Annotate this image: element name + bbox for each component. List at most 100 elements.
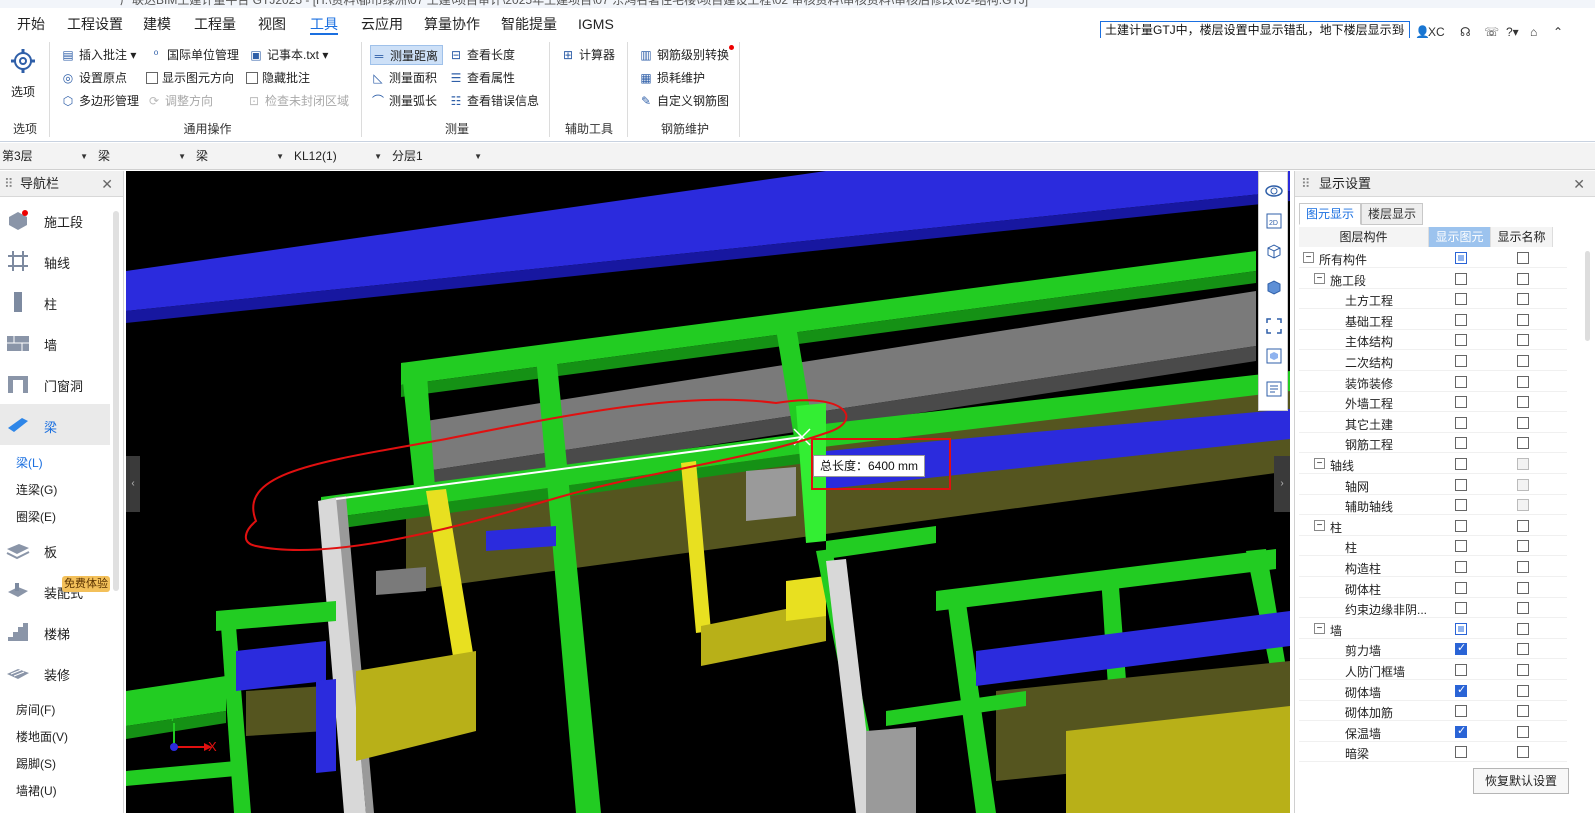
orbit-icon[interactable] — [1265, 182, 1283, 200]
check-unclosed-button[interactable]: ⊡ 检查未封闭区域 — [246, 91, 349, 111]
show-element-checkbox[interactable] — [1455, 499, 1467, 512]
nav-sub-room[interactable]: 房间(F) — [16, 701, 55, 718]
show-element-checkbox[interactable] — [1455, 602, 1467, 615]
table-row[interactable]: 辅助轴线 — [1299, 495, 1567, 516]
show-element-checkbox[interactable] — [1455, 683, 1467, 697]
show-element-checkbox[interactable] — [1455, 355, 1467, 367]
view-errors-button[interactable]: ☷ 查看错误信息 — [448, 91, 539, 111]
menu-igms[interactable]: IGMS — [578, 13, 614, 35]
table-row[interactable]: 土方工程 — [1299, 289, 1567, 310]
menu-view[interactable]: 视图 — [258, 13, 286, 35]
table-row[interactable]: − 轴线 — [1299, 454, 1567, 474]
table-row[interactable]: 柱 — [1299, 536, 1567, 557]
layer-select[interactable]: 分层1 ▼ — [390, 146, 486, 167]
notepad-button[interactable]: ▣ 记事本.txt ▾ — [248, 45, 328, 65]
show-name-checkbox[interactable] — [1517, 622, 1529, 635]
table-row[interactable]: 构造柱 — [1299, 557, 1567, 577]
table-row[interactable]: 约束边缘非阴... — [1299, 598, 1567, 619]
table-row[interactable]: − 柱 — [1299, 516, 1567, 536]
table-row[interactable]: 钢筋工程 — [1299, 433, 1567, 454]
menu-modeling[interactable]: 建模 — [143, 13, 171, 35]
show-name-checkbox[interactable] — [1517, 705, 1529, 718]
show-name-checkbox[interactable] — [1517, 334, 1529, 347]
restore-defaults-button[interactable]: 恢复默认设置 — [1473, 768, 1569, 794]
display-scrollbar[interactable] — [1585, 251, 1590, 341]
tab-element-display[interactable]: 图元显示 — [1299, 203, 1362, 225]
menu-collab[interactable]: 算量协作 — [424, 13, 480, 35]
nav-sub-ring-beam[interactable]: 圈梁(E) — [16, 508, 56, 525]
table-row[interactable]: 人防门框墙 — [1299, 660, 1567, 680]
show-name-checkbox[interactable] — [1517, 643, 1529, 656]
menu-project-settings[interactable]: 工程设置 — [67, 13, 123, 35]
nav-item-axis[interactable]: 轴线 — [0, 240, 110, 281]
show-direction-checkbox[interactable]: 显示图元方向 — [146, 68, 234, 88]
show-element-checkbox[interactable] — [1455, 581, 1467, 594]
show-name-checkbox[interactable] — [1517, 293, 1529, 306]
table-row[interactable]: 其它土建 — [1299, 413, 1567, 433]
component-type-select[interactable]: 梁 ▼ — [96, 146, 190, 167]
show-element-checkbox[interactable] — [1455, 396, 1467, 409]
component-subtype-select[interactable]: 梁 ▼ — [194, 146, 288, 167]
loss-maintain-button[interactable]: ▦ 损耗维护 — [638, 68, 705, 88]
nav-scrollbar[interactable] — [113, 211, 119, 591]
show-element-checkbox[interactable] — [1455, 334, 1467, 347]
headset-icon[interactable]: ☊ — [1460, 25, 1471, 39]
show-element-checkbox[interactable] — [1455, 437, 1467, 450]
table-row[interactable]: 二次结构 — [1299, 351, 1567, 371]
drag-handle-icon[interactable]: ⠿ — [4, 171, 14, 197]
adjust-direction-button[interactable]: ⟳ 调整方向 — [146, 91, 213, 111]
col-show-name[interactable]: 显示名称 — [1491, 227, 1553, 247]
col-show-element[interactable]: 显示图元 — [1429, 227, 1491, 247]
show-name-checkbox[interactable] — [1517, 458, 1529, 470]
show-element-checkbox[interactable] — [1455, 293, 1467, 306]
help-icon[interactable]: ?▾ — [1506, 25, 1519, 39]
intl-unit-button[interactable]: ⁰ 国际单位管理 — [148, 45, 239, 65]
show-element-checkbox[interactable] — [1455, 519, 1467, 532]
nav-item-stairs[interactable]: 楼梯 — [0, 611, 110, 652]
show-name-checkbox[interactable] — [1517, 684, 1529, 697]
show-name-checkbox[interactable] — [1517, 437, 1529, 450]
menu-tools[interactable]: 工具 — [310, 13, 338, 35]
table-row[interactable]: 轴网 — [1299, 475, 1567, 495]
minimize-ribbon-icon[interactable]: ⌃ — [1553, 25, 1563, 39]
nav-sub-floor[interactable]: 楼地面(V) — [16, 728, 68, 745]
collapse-left-handle[interactable]: ‹ — [126, 456, 140, 512]
tree-collapse-toggle[interactable]: − — [1314, 622, 1325, 634]
table-row[interactable]: 暗梁 — [1299, 742, 1567, 763]
show-element-checkbox[interactable] — [1455, 724, 1467, 738]
show-element-checkbox[interactable] — [1455, 705, 1467, 718]
show-name-checkbox[interactable] — [1517, 355, 1529, 367]
nav-item-door-window[interactable]: 门窗洞 — [0, 363, 110, 404]
measure-arc-button[interactable]: ⌒ 测量弧长 — [370, 91, 437, 111]
show-name-checkbox[interactable] — [1517, 561, 1529, 573]
tab-floor-display[interactable]: 楼层显示 — [1361, 203, 1424, 225]
nav-item-column[interactable]: 柱 — [0, 281, 110, 322]
floor-select[interactable]: 第3层 ▼ — [0, 146, 92, 167]
nav-sub-beam-l[interactable]: 梁(L) — [16, 454, 43, 471]
model-canvas[interactable]: X Y — [126, 171, 1290, 813]
free-trial-badge[interactable]: 免费体验 — [62, 576, 110, 592]
view-2d-icon[interactable]: 2D — [1265, 212, 1283, 230]
show-name-checkbox[interactable] — [1517, 746, 1529, 759]
table-row[interactable]: 砌体墙 — [1299, 681, 1567, 701]
show-element-checkbox[interactable] — [1455, 458, 1467, 470]
show-name-checkbox[interactable] — [1517, 272, 1529, 285]
close-icon[interactable]: ✕ — [1573, 171, 1585, 197]
table-row[interactable]: 外墙工程 — [1299, 392, 1567, 413]
show-element-checkbox[interactable] — [1455, 622, 1467, 635]
show-element-checkbox[interactable] — [1455, 272, 1467, 285]
show-direction-box[interactable] — [146, 72, 158, 84]
nav-sub-skirting[interactable]: 踢脚(S) — [16, 755, 56, 772]
calculator-button[interactable]: ⊞ 计算器 — [560, 45, 615, 65]
show-name-checkbox[interactable] — [1517, 396, 1529, 409]
show-name-checkbox[interactable] — [1517, 375, 1529, 388]
show-name-checkbox[interactable] — [1517, 478, 1529, 491]
hide-note-box[interactable] — [246, 72, 258, 84]
show-element-checkbox[interactable] — [1455, 641, 1467, 656]
nav-item-construction-section[interactable]: 施工段 — [0, 199, 110, 240]
show-element-checkbox[interactable] — [1455, 746, 1467, 759]
shirt-icon[interactable]: ⌂ — [1530, 25, 1537, 39]
show-element-checkbox[interactable] — [1455, 416, 1467, 429]
menu-quantity[interactable]: 工程量 — [194, 13, 236, 35]
3d-viewport[interactable]: X Y ‹ › — [126, 171, 1290, 813]
